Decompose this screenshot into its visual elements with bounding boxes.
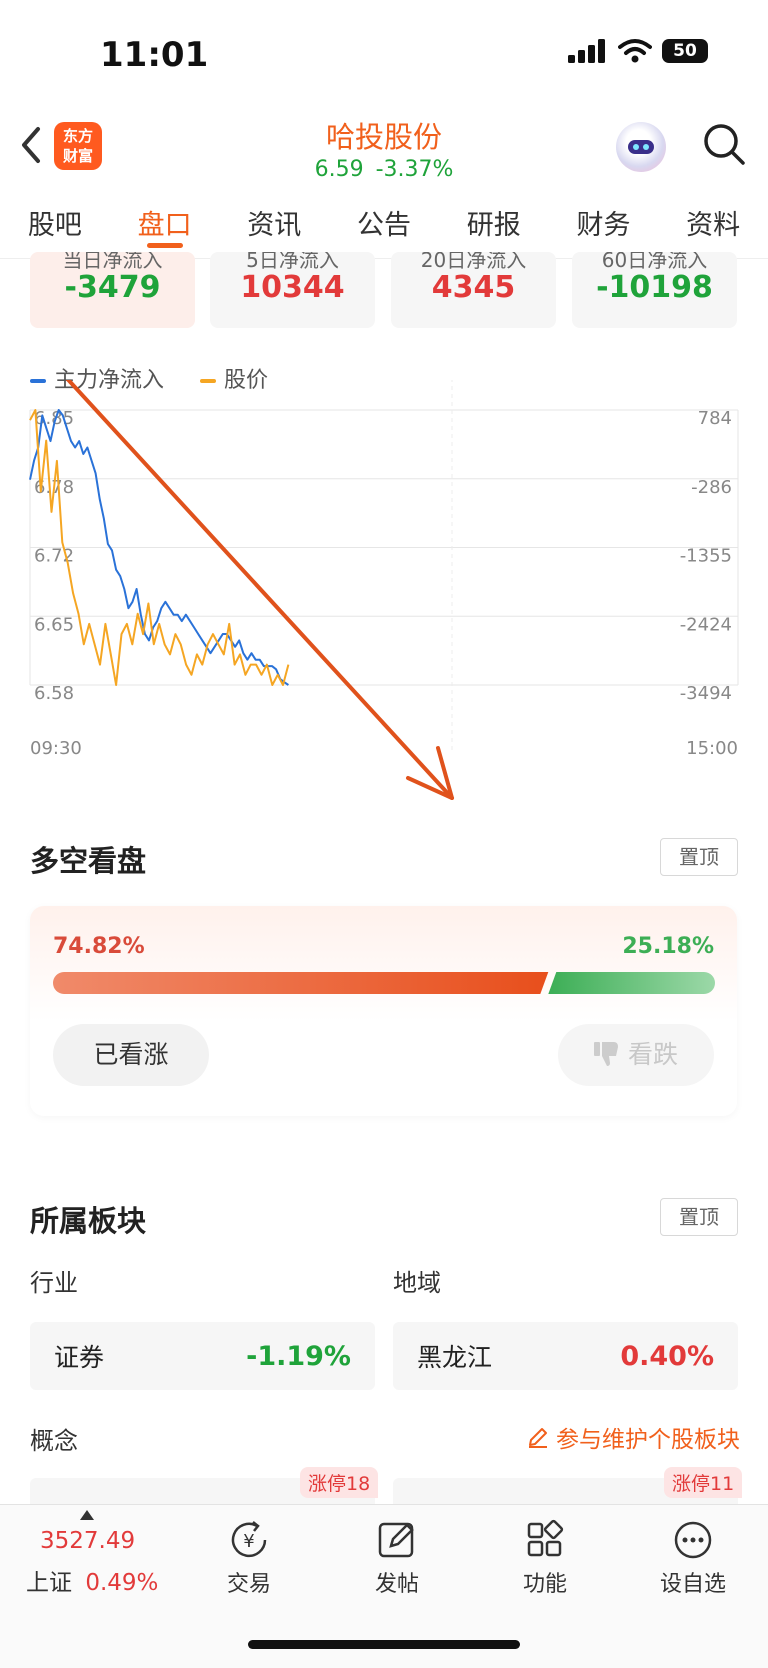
concept-label: 概念 bbox=[30, 1427, 78, 1455]
maintain-sectors-label: 参与维护个股板块 bbox=[556, 1427, 740, 1453]
right-axis-tick: -286 bbox=[691, 477, 732, 498]
region-name: 黑龙江 bbox=[417, 1343, 493, 1372]
nav-functions-label: 功能 bbox=[522, 1572, 567, 1597]
grid-apps-icon bbox=[527, 1519, 564, 1557]
nav-post[interactable]: 发帖 bbox=[352, 1518, 442, 1598]
maintain-sectors-link[interactable]: 参与维护个股板块 bbox=[526, 1420, 740, 1454]
nav-functions[interactable]: 功能 bbox=[500, 1518, 590, 1598]
index-value[interactable]: 3527.49 bbox=[40, 1528, 135, 1554]
region-change: 0.40% bbox=[620, 1340, 714, 1372]
tab-announcements[interactable]: 公告 bbox=[329, 190, 439, 258]
sectors-title: 所属板块 bbox=[30, 1204, 147, 1238]
home-indicator bbox=[248, 1640, 520, 1649]
bull-bear-title: 多空看盘 bbox=[30, 844, 147, 878]
svg-text:¥: ¥ bbox=[243, 1531, 254, 1552]
thumbs-down-icon bbox=[593, 1042, 618, 1066]
nav-add-watchlist-label: 设自选 bbox=[659, 1572, 726, 1597]
nav-trade[interactable]: ¥ 交易 bbox=[204, 1518, 294, 1598]
bear-bar bbox=[548, 972, 715, 994]
nav-post-label: 发帖 bbox=[374, 1572, 419, 1597]
nav-add-watchlist[interactable]: 设自选 bbox=[648, 1518, 738, 1598]
bull-percent: 74.82% bbox=[53, 934, 145, 959]
annotation-arrow bbox=[65, 380, 454, 800]
industry-label: 行业 bbox=[30, 1269, 78, 1297]
flow-card-caption: 当日净流入 bbox=[62, 252, 163, 272]
pencil-icon bbox=[529, 1428, 547, 1448]
flow-card-today[interactable]: 当日净流入 -3479 bbox=[30, 252, 195, 328]
index-line[interactable]: 上证 0.49% bbox=[26, 1563, 158, 1597]
x-tick-end: 15:00 bbox=[686, 738, 738, 759]
tab-profile[interactable]: 资料 bbox=[658, 190, 768, 258]
industry-change: -1.19% bbox=[246, 1340, 351, 1372]
bullish-button[interactable]: 已看涨 bbox=[53, 1024, 209, 1086]
bearish-button-label: 看跌 bbox=[627, 1040, 678, 1069]
trade-icon: ¥ bbox=[231, 1521, 267, 1558]
more-dots-icon bbox=[674, 1521, 712, 1559]
status-time: 11:01 bbox=[100, 35, 209, 75]
wifi-icon bbox=[618, 39, 652, 63]
tab-research[interactable]: 研报 bbox=[439, 190, 549, 258]
flow-card-value: 10344 bbox=[240, 270, 345, 305]
battery-icon: 50 bbox=[662, 39, 708, 63]
bear-percent: 25.18% bbox=[622, 934, 714, 959]
limit-up-badge-left: 涨停18 bbox=[300, 1467, 379, 1498]
flow-card-caption: 60日净流入 bbox=[601, 252, 708, 272]
flow-card-20d[interactable]: 20日净流入 4345 bbox=[391, 252, 556, 328]
left-axis-tick: 6.65 bbox=[34, 614, 74, 635]
assistant-robot-icon[interactable] bbox=[616, 122, 666, 172]
tab-news[interactable]: 资讯 bbox=[219, 190, 329, 258]
tab-pankou[interactable]: 盘口 bbox=[110, 190, 220, 258]
flow-card-5d[interactable]: 5日净流入 10344 bbox=[210, 252, 375, 328]
bearish-button[interactable]: 看跌 bbox=[558, 1024, 714, 1086]
flow-card-value: -10198 bbox=[596, 270, 713, 305]
stock-price: 6.59 bbox=[314, 157, 364, 182]
flow-card-caption: 5日净流入 bbox=[246, 252, 339, 272]
tab-guba[interactable]: 股吧 bbox=[0, 190, 110, 258]
industry-name: 证券 bbox=[54, 1343, 105, 1372]
bull-bear-pin-button[interactable]: 置顶 bbox=[660, 838, 738, 876]
right-axis-tick: -2424 bbox=[680, 614, 732, 635]
right-axis-tick: -3494 bbox=[680, 683, 732, 704]
tab-bar: 股吧 盘口 资讯 公告 研报 财务 资料 bbox=[0, 190, 768, 259]
x-tick-start: 09:30 bbox=[30, 738, 82, 759]
left-axis-tick: 6.58 bbox=[34, 683, 74, 704]
right-axis-tick: 784 bbox=[698, 408, 732, 429]
index-name: 上证 bbox=[26, 1570, 72, 1596]
search-icon[interactable] bbox=[702, 122, 746, 166]
nav-trade-label: 交易 bbox=[226, 1572, 271, 1597]
right-axis-tick: -1355 bbox=[680, 546, 732, 567]
status-icons: 50 bbox=[568, 38, 708, 64]
region-label: 地域 bbox=[393, 1269, 441, 1297]
flow-card-caption: 20日净流入 bbox=[420, 252, 527, 272]
bull-bear-ratio-bar bbox=[53, 972, 715, 994]
compose-icon bbox=[378, 1522, 414, 1558]
stock-change: -3.37% bbox=[375, 157, 454, 182]
expand-up-icon[interactable] bbox=[80, 1510, 94, 1520]
flow-card-60d[interactable]: 60日净流入 -10198 bbox=[572, 252, 737, 328]
bull-bar bbox=[53, 972, 549, 994]
flow-card-value: -3479 bbox=[64, 270, 161, 305]
flow-card-value: 4345 bbox=[431, 270, 516, 305]
region-sector-card[interactable]: 黑龙江 0.40% bbox=[393, 1322, 738, 1390]
signal-icon bbox=[568, 39, 605, 63]
industry-sector-card[interactable]: 证券 -1.19% bbox=[30, 1322, 375, 1390]
capital-flow-chart[interactable]: 6.85 7846.78 -2866.72 -13556.65 -24246.58 -34… bbox=[0, 380, 768, 800]
index-change: 0.49% bbox=[85, 1570, 159, 1596]
sectors-pin-button[interactable]: 置顶 bbox=[660, 1198, 738, 1236]
tab-finance[interactable]: 财务 bbox=[549, 190, 659, 258]
limit-up-badge-right: 涨停11 bbox=[664, 1467, 743, 1498]
